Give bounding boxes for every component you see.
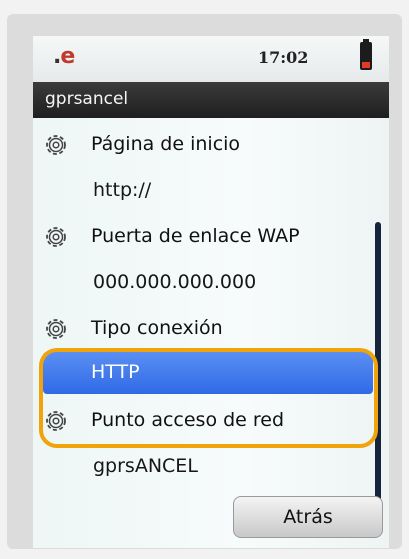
clock: 17:02 xyxy=(258,48,309,67)
settings-list: Página de inicio http:// Puerta de enlac… xyxy=(33,118,389,548)
setting-value[interactable]: 000.000.000.000 xyxy=(33,260,373,306)
phone-screen: .e 17:02 gprsancel Página de inicio http… xyxy=(33,36,389,548)
screen-title: gprsancel xyxy=(45,89,129,109)
gear-icon xyxy=(46,227,66,247)
setting-label: Puerta de enlace WAP xyxy=(91,225,300,247)
network-letter: e xyxy=(60,44,75,69)
setting-label: Página de inicio xyxy=(91,133,241,155)
highlight-annotation xyxy=(39,348,378,448)
gear-icon xyxy=(46,319,66,339)
gear-icon xyxy=(46,135,66,155)
title-bar: gprsancel xyxy=(33,82,389,118)
battery-low-icon xyxy=(360,39,372,70)
value-label: http:// xyxy=(93,179,152,201)
back-button[interactable]: Atrás xyxy=(233,496,383,538)
setting-value[interactable]: http:// xyxy=(33,168,373,214)
setting-homepage[interactable]: Página de inicio xyxy=(33,122,373,168)
value-label: gprsANCEL xyxy=(93,455,198,477)
status-bar: .e 17:02 xyxy=(33,36,389,82)
setting-wap-gateway[interactable]: Puerta de enlace WAP xyxy=(33,214,373,260)
setting-value[interactable]: gprsANCEL xyxy=(33,444,373,490)
back-button-label: Atrás xyxy=(283,506,333,528)
network-indicator: .e xyxy=(53,44,75,69)
setting-label: Tipo conexión xyxy=(91,317,223,339)
setting-connection-type[interactable]: Tipo conexión xyxy=(33,306,373,352)
value-label: 000.000.000.000 xyxy=(93,271,257,293)
